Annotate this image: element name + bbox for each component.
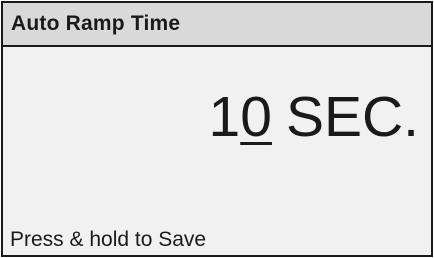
title-bar: Auto Ramp Time bbox=[3, 3, 431, 47]
value-leading-digit: 1 bbox=[208, 85, 241, 149]
lcd-screen: Auto Ramp Time 10 SEC. Press & hold to Sa… bbox=[1, 1, 433, 257]
ramp-time-value-display[interactable]: 10 SEC. bbox=[209, 89, 419, 146]
screen-title: Auto Ramp Time bbox=[11, 12, 181, 35]
value-selected-digit[interactable]: 0 bbox=[240, 89, 272, 146]
save-hint: Press & hold to Save bbox=[10, 228, 207, 251]
value-unit: SEC. bbox=[285, 85, 419, 149]
